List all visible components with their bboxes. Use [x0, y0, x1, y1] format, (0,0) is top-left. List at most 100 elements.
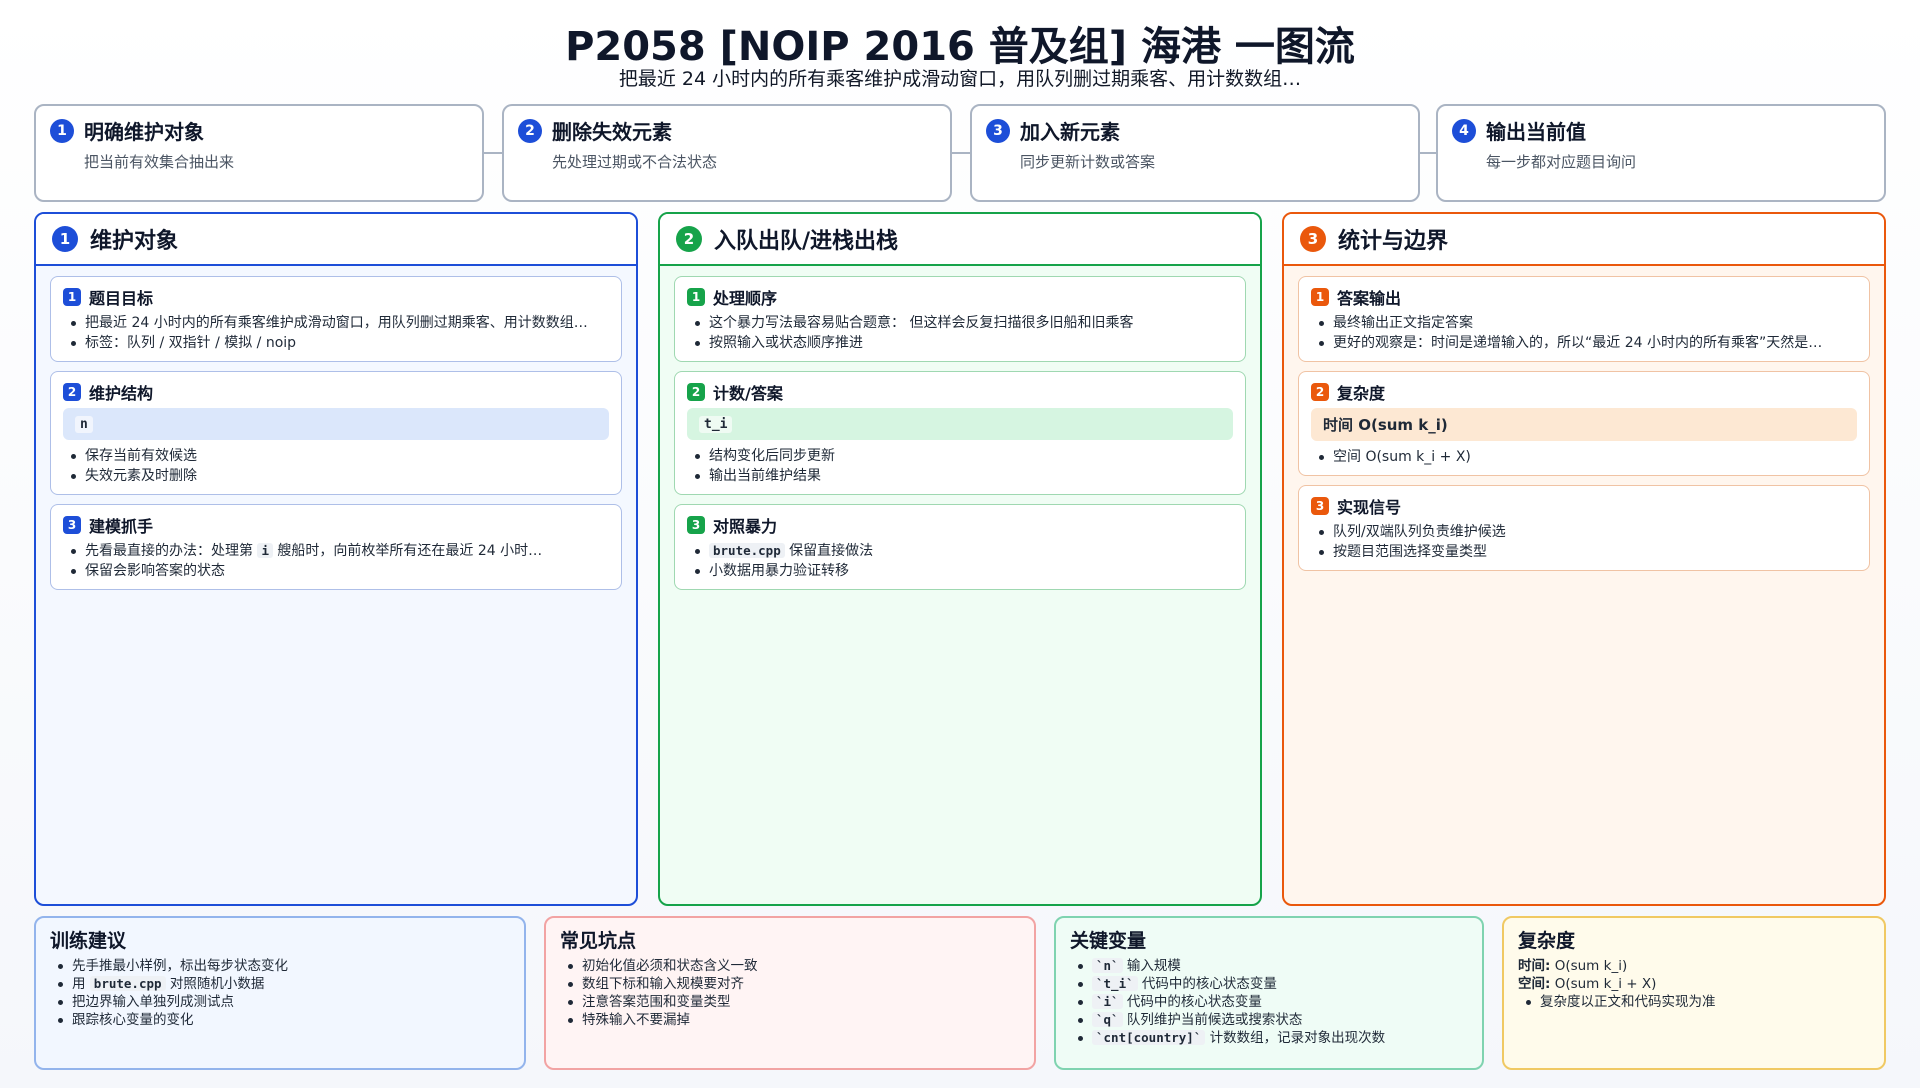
- step-number-badge: 1: [50, 118, 74, 143]
- card-number-badge: 3: [63, 516, 81, 534]
- step-title: 删除失效元素: [552, 120, 672, 144]
- card-title: 题目目标: [89, 289, 154, 308]
- step-connector: [484, 152, 502, 154]
- column-number-badge: 3: [1300, 226, 1326, 252]
- card-title: 计数/答案: [713, 384, 783, 403]
- list-item: 复杂度以正文和代码实现为准: [1518, 993, 1870, 1011]
- step-title: 输出当前值: [1486, 120, 1586, 144]
- card-number-badge: 2: [63, 383, 81, 401]
- list-item: 空间 O(sum k_i + X): [1311, 447, 1857, 467]
- list-item: 输出当前维护结果: [687, 466, 1233, 486]
- text-fragment: 用: [72, 976, 90, 992]
- page-subtitle: 把最近 24 小时内的所有乘客维护成滑动窗口，用队列删过期乘客、用计数数组…: [618, 68, 1302, 90]
- step-number-badge: 2: [518, 118, 542, 143]
- inline-code: `q`: [1092, 1012, 1123, 1027]
- card-title: 答案输出: [1337, 289, 1402, 308]
- card-number-badge: 1: [1311, 288, 1329, 306]
- list-item: `t_i` 代码中的核心状态变量: [1070, 975, 1468, 993]
- highlight-code: n: [75, 415, 93, 433]
- text-fragment: 先看最直接的办法：处理第: [85, 543, 258, 559]
- text-fragment: 计数数组，记录对象出现次数: [1205, 1030, 1386, 1046]
- step-2: 2 删除失效元素 先处理过期或不合法状态: [502, 104, 952, 202]
- list-item: 把最近 24 小时内的所有乘客维护成滑动窗口，用队列删过期乘客、用计数数组…: [63, 313, 609, 333]
- step-description: 先处理过期或不合法状态: [552, 153, 718, 171]
- column-header: 1 维护对象: [36, 214, 636, 266]
- list-item: 按题目范围选择变量类型: [1311, 542, 1857, 562]
- steps-row: 1 明确维护对象 把当前有效集合抽出来 2 删除失效元素 先处理过期或不合法状态 3…: [34, 104, 1886, 202]
- box-title: 复杂度: [1518, 930, 1576, 952]
- list-item: 先看最直接的办法：处理第 i 艘船时，向前枚举所有还在最近 24 小时…: [63, 541, 609, 561]
- inline-code: i: [257, 543, 273, 558]
- column-header: 2 入队出队/进栈出栈: [660, 214, 1260, 266]
- highlight-box: 时间 O(sum k_i): [1311, 408, 1857, 441]
- kv-value: O(sum k_i): [1550, 958, 1628, 974]
- inline-code: `cnt[country]`: [1092, 1030, 1206, 1045]
- card-count-answer: 2 计数/答案 t_i 结构变化后同步更新 输出当前维护结果: [674, 371, 1246, 495]
- step-title: 加入新元素: [1020, 120, 1120, 144]
- highlight-box: t_i: [687, 408, 1233, 440]
- column-title: 统计与边界: [1338, 229, 1449, 254]
- list-item: 特殊输入不要漏掉: [560, 1011, 1020, 1029]
- step-4: 4 输出当前值 每一步都对应题目询问: [1436, 104, 1886, 202]
- card-number-badge: 3: [687, 516, 705, 534]
- box-training-tips: 训练建议 先手推最小样例，标出每步状态变化 用 brute.cpp 对照随机小数…: [34, 916, 526, 1070]
- list-item: 这个暴力写法最容易贴合题意： 但这样会反复扫描很多旧船和旧乘客: [687, 313, 1233, 333]
- text-fragment: 队列维护当前候选或搜索状态: [1122, 1012, 1303, 1028]
- column-title: 维护对象: [90, 229, 179, 254]
- inline-code: brute.cpp: [709, 543, 785, 558]
- text-fragment: 代码中的核心状态变量: [1122, 994, 1262, 1010]
- list-item: `q` 队列维护当前候选或搜索状态: [1070, 1011, 1468, 1029]
- list-item: 按照输入或状态顺序推进: [687, 333, 1233, 353]
- list-item: `i` 代码中的核心状态变量: [1070, 993, 1468, 1011]
- list-item: 注意答案范围和变量类型: [560, 993, 1020, 1011]
- card-brute-compare: 3 对照暴力 brute.cpp 保留直接做法 小数据用暴力验证转移: [674, 504, 1246, 590]
- list-item: 更好的观察是：时间是递增输入的，所以“最近 24 小时内的所有乘客”天然是…: [1311, 333, 1857, 353]
- highlight-code: t_i: [699, 415, 733, 433]
- card-problem-goal: 1 题目目标 把最近 24 小时内的所有乘客维护成滑动窗口，用队列删过期乘客、用计…: [50, 276, 622, 362]
- text-fragment: 保留直接做法: [784, 543, 874, 559]
- step-3: 3 加入新元素 同步更新计数或答案: [970, 104, 1420, 202]
- list-item: 初始化值必须和状态含义一致: [560, 957, 1020, 975]
- card-complexity: 2 复杂度 时间 O(sum k_i) 空间 O(sum k_i + X): [1298, 371, 1870, 476]
- column-queue-stack: 2 入队出队/进栈出栈 1 处理顺序 这个暴力写法最容易贴合题意： 但这样会反复扫…: [658, 212, 1262, 906]
- step-connector: [952, 152, 970, 154]
- box-pitfalls: 常见坑点 初始化值必须和状态含义一致 数组下标和输入规模要对齐 注意答案范围和变…: [544, 916, 1036, 1070]
- box-key-variables: 关键变量 `n` 输入规模 `t_i` 代码中的核心状态变量 `i` 代码中的核…: [1054, 916, 1484, 1070]
- card-title: 维护结构: [89, 384, 154, 403]
- box-title: 常见坑点: [560, 930, 637, 952]
- step-description: 把当前有效集合抽出来: [84, 153, 235, 171]
- column-number-badge: 2: [676, 226, 702, 252]
- inline-code: `t_i`: [1092, 976, 1138, 991]
- card-number-badge: 1: [687, 288, 705, 306]
- list-item: 小数据用暴力验证转移: [687, 561, 1233, 581]
- kv-value: O(sum k_i + X): [1550, 976, 1657, 992]
- list-item: 把边界输入单独列成测试点: [50, 993, 510, 1011]
- column-maintain-object: 1 维护对象 1 题目目标 把最近 24 小时内的所有乘客维护成滑动窗口，用队列删…: [34, 212, 638, 906]
- step-1: 1 明确维护对象 把当前有效集合抽出来: [34, 104, 484, 202]
- inline-code: `n`: [1092, 958, 1123, 973]
- inline-code: brute.cpp: [89, 976, 166, 991]
- card-implementation-signal: 3 实现信号 队列/双端队列负责维护候选 按题目范围选择变量类型: [1298, 485, 1870, 571]
- list-item: `n` 输入规模: [1070, 957, 1468, 975]
- text-fragment: 代码中的核心状态变量: [1137, 976, 1277, 992]
- box-complexity: 复杂度 时间: O(sum k_i) 空间: O(sum k_i + X) 复杂…: [1502, 916, 1886, 1070]
- list-item: `cnt[country]` 计数数组，记录对象出现次数: [1070, 1029, 1468, 1047]
- list-item: 结构变化后同步更新: [687, 446, 1233, 466]
- card-title: 复杂度: [1337, 384, 1386, 403]
- column-header: 3 统计与边界: [1284, 214, 1884, 266]
- card-title: 对照暴力: [713, 517, 778, 536]
- text-fragment: 对照随机小数据: [165, 976, 265, 992]
- list-item: 跟踪核心变量的变化: [50, 1011, 510, 1029]
- step-title: 明确维护对象: [84, 120, 204, 144]
- list-item: 数组下标和输入规模要对齐: [560, 975, 1020, 993]
- step-number-badge: 3: [986, 118, 1010, 143]
- step-description: 每一步都对应题目询问: [1486, 153, 1637, 171]
- time-complexity: 时间: O(sum k_i): [1518, 957, 1870, 975]
- card-answer-output: 1 答案输出 最终输出正文指定答案 更好的观察是：时间是递增输入的，所以“最近 2…: [1298, 276, 1870, 362]
- text-fragment: 输入规模: [1122, 958, 1181, 974]
- column-stats-boundary: 3 统计与边界 1 答案输出 最终输出正文指定答案 更好的观察是：时间是递增输入的…: [1282, 212, 1886, 906]
- column-title: 入队出队/进栈出栈: [714, 229, 899, 254]
- step-number-badge: 4: [1452, 118, 1476, 143]
- card-number-badge: 1: [63, 288, 81, 306]
- card-title: 处理顺序: [713, 289, 778, 308]
